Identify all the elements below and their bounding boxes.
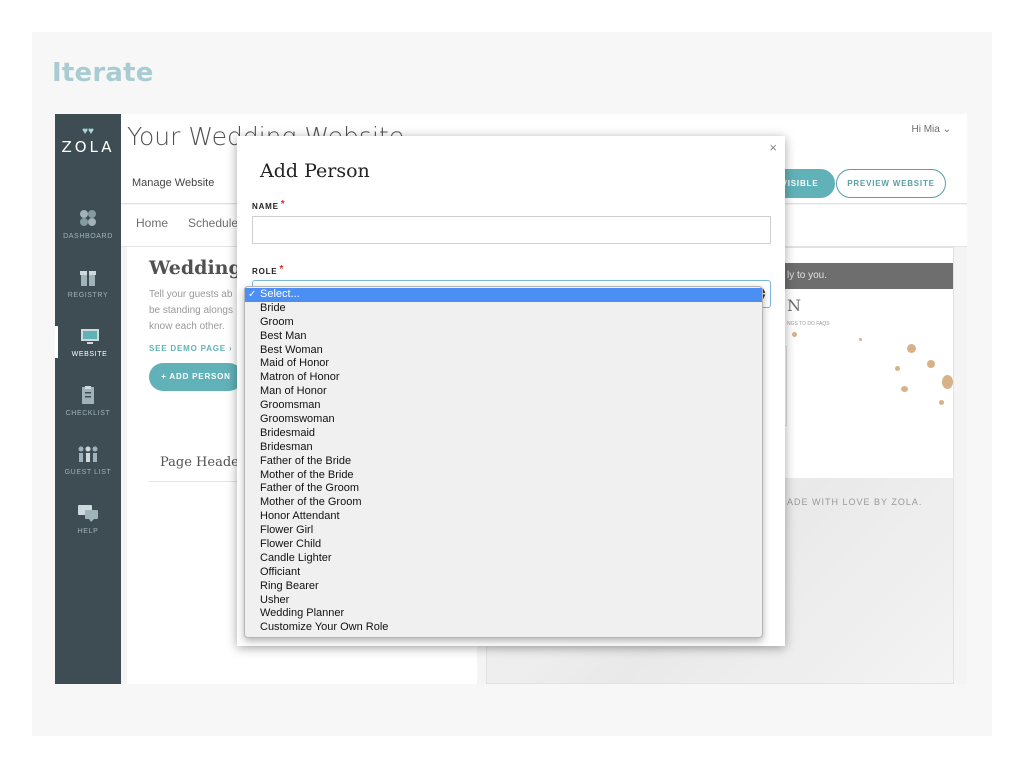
role-option[interactable]: Bridesmaid <box>245 427 762 441</box>
role-option[interactable]: Father of the Bride <box>245 455 762 469</box>
checkmark-icon: ✓ <box>248 289 257 300</box>
role-option[interactable]: Officiant <box>245 566 762 580</box>
role-option[interactable]: Matron of Honor <box>245 371 762 385</box>
role-option[interactable]: Bride <box>245 302 762 316</box>
name-input[interactable] <box>252 216 771 244</box>
name-label: NAME * <box>252 199 286 211</box>
role-dropdown-list: ✓ Select... Bride Groom Best Man Best Woman Ma… <box>244 286 763 638</box>
role-option[interactable]: Groomsman <box>245 399 762 413</box>
page-title: Iterate <box>52 58 154 88</box>
required-marker: * <box>279 264 285 275</box>
role-option[interactable]: Honor Attendant <box>245 510 762 524</box>
role-option[interactable]: ✓ Select... <box>245 288 762 302</box>
role-option[interactable]: Father of the Groom <box>245 482 762 496</box>
role-option[interactable]: Flower Child <box>245 538 762 552</box>
role-option[interactable]: Mother of the Bride <box>245 469 762 483</box>
role-option[interactable]: Maid of Honor <box>245 357 762 371</box>
role-option[interactable]: Mother of the Groom <box>245 496 762 510</box>
role-option[interactable]: Man of Honor <box>245 385 762 399</box>
role-option[interactable]: Candle Lighter <box>245 552 762 566</box>
role-option[interactable]: Bridesman <box>245 441 762 455</box>
required-marker: * <box>280 199 286 210</box>
role-option[interactable]: Best Woman <box>245 344 762 358</box>
role-option[interactable]: Flower Girl <box>245 524 762 538</box>
role-option[interactable]: Usher <box>245 594 762 608</box>
role-label: ROLE * <box>252 264 285 276</box>
modal-title: Add Person <box>260 160 370 182</box>
role-option[interactable]: Ring Bearer <box>245 580 762 594</box>
role-option[interactable]: Best Man <box>245 330 762 344</box>
role-option[interactable]: Wedding Planner <box>245 607 762 621</box>
role-option[interactable]: Customize Your Own Role <box>245 621 762 635</box>
close-icon[interactable]: × <box>769 140 777 155</box>
app-screenshot: ♥♥ ZOLA DASHBOARD REGISTRY WEBSITE CHECK… <box>55 114 967 684</box>
role-option[interactable]: Groomswoman <box>245 413 762 427</box>
role-option[interactable]: Groom <box>245 316 762 330</box>
